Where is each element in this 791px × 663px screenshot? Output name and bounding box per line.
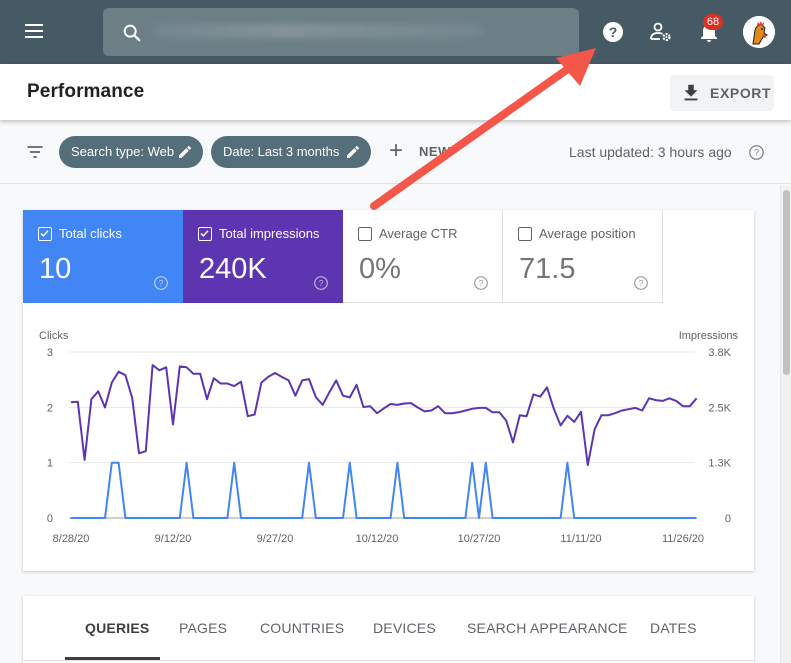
new-label: NEW xyxy=(419,144,451,159)
hamburger-menu-icon[interactable] xyxy=(22,20,46,44)
series-line-clicks xyxy=(71,461,697,519)
page-title: Performance xyxy=(27,81,145,102)
page-header: Performance EXPORT xyxy=(0,64,791,120)
svg-text:?: ? xyxy=(479,278,484,288)
x-tick-label: 8/28/20 xyxy=(53,533,90,545)
help-outline-icon[interactable]: ? xyxy=(473,275,489,291)
notification-count-badge: 68 xyxy=(703,14,723,30)
x-tick-label: 10/27/20 xyxy=(458,533,501,545)
left-tick-label: 0 xyxy=(47,513,53,525)
x-tick-label: 11/11/20 xyxy=(560,533,601,545)
tab-dates[interactable]: DATES xyxy=(650,620,697,636)
top-app-bar: ? 68 xyxy=(0,0,791,64)
plus-icon: + xyxy=(389,137,404,164)
scrollbar-thumb[interactable] xyxy=(783,190,790,375)
metric-value: 71.5 xyxy=(519,253,576,285)
checkbox-unchecked[interactable] xyxy=(518,227,532,241)
help-outline-icon[interactable]: ? xyxy=(633,275,649,291)
metric-value: 0% xyxy=(359,253,401,285)
download-icon xyxy=(684,84,698,101)
search-query-obscured xyxy=(153,24,483,38)
page-scrollbar[interactable] xyxy=(780,186,791,663)
metric-value: 240K xyxy=(199,253,267,285)
right-tick-label: 0 xyxy=(725,513,731,525)
right-tick-label: 2.5K xyxy=(708,402,731,414)
checkbox-unchecked[interactable] xyxy=(358,227,372,241)
metric-average-position[interactable]: Average position 71.5 ? xyxy=(503,210,663,303)
svg-text:?: ? xyxy=(609,24,618,40)
export-button[interactable]: EXPORT xyxy=(670,75,774,111)
search-icon xyxy=(123,24,141,42)
export-label: EXPORT xyxy=(710,85,772,101)
pencil-icon xyxy=(347,145,360,158)
metric-label: Total clicks xyxy=(59,226,122,241)
date-filter-chip[interactable]: Date: Last 3 months xyxy=(211,136,371,168)
checkbox-checked[interactable] xyxy=(198,227,212,241)
x-tick-label: 9/12/20 xyxy=(155,533,192,545)
tab-queries[interactable]: QUERIES xyxy=(85,620,149,636)
metric-label: Average CTR xyxy=(379,226,458,241)
tab-search-appearance[interactable]: SEARCH APPEARANCE xyxy=(467,620,628,636)
metric-label: Average position xyxy=(539,226,636,241)
filter-bar: Search type: Web Date: Last 3 months + N… xyxy=(0,120,791,184)
metric-total-impressions[interactable]: Total impressions 240K ? xyxy=(183,210,343,303)
right-axis-label: Impressions xyxy=(679,330,739,342)
left-tick-label: 3 xyxy=(47,347,53,359)
tab-countries[interactable]: COUNTRIES xyxy=(260,620,344,636)
tab-pages[interactable]: PAGES xyxy=(179,620,227,636)
pencil-icon xyxy=(179,145,192,158)
tab-devices[interactable]: DEVICES xyxy=(373,620,436,636)
svg-text:?: ? xyxy=(639,278,644,288)
search-type-filter-chip[interactable]: Search type: Web xyxy=(59,136,203,168)
x-tick-label: 9/27/20 xyxy=(257,533,294,545)
divider xyxy=(23,660,754,661)
user-settings-icon[interactable] xyxy=(649,20,673,44)
svg-text:?: ? xyxy=(754,148,759,158)
last-updated-text: Last updated: 3 hours ago xyxy=(569,144,732,160)
performance-line-chart: Clicks Impressions 0 1 2 3 0 1.3K 2.5K 3.8K 8/… xyxy=(39,330,739,545)
x-tick-label: 10/12/20 xyxy=(356,533,399,545)
svg-text:?: ? xyxy=(159,278,164,288)
filter-list-icon[interactable] xyxy=(25,142,45,162)
left-axis-label: Clicks xyxy=(39,330,69,342)
search-input[interactable] xyxy=(103,8,579,56)
left-tick-label: 2 xyxy=(47,402,53,414)
help-outline-icon[interactable]: ? xyxy=(153,275,169,291)
metric-total-clicks[interactable]: Total clicks 10 ? xyxy=(23,210,183,303)
checkbox-checked[interactable] xyxy=(38,227,52,241)
help-outline-icon[interactable]: ? xyxy=(313,275,329,291)
rooster-avatar-icon xyxy=(743,16,775,48)
svg-text:?: ? xyxy=(319,278,324,288)
x-tick-label: 11/26/20 xyxy=(662,533,704,545)
chip-label: Search type: Web xyxy=(71,144,175,159)
metric-label: Total impressions xyxy=(219,226,320,241)
left-tick-label: 1 xyxy=(47,458,53,470)
metric-average-ctr[interactable]: Average CTR 0% ? xyxy=(343,210,503,303)
dimension-tabs-card: QUERIES PAGES COUNTRIES DEVICES SEARCH A… xyxy=(23,596,754,663)
right-tick-label: 3.8K xyxy=(708,347,731,359)
help-circle-icon[interactable]: ? xyxy=(601,20,625,44)
performance-chart-card: Total clicks 10 ? Total impressions 240K… xyxy=(23,210,754,571)
right-tick-label: 1.3K xyxy=(708,458,731,470)
metric-value: 10 xyxy=(39,253,72,285)
chip-label: Date: Last 3 months xyxy=(223,144,340,159)
help-outline-icon[interactable]: ? xyxy=(748,144,765,161)
series-line-impressions xyxy=(70,364,698,467)
avatar[interactable] xyxy=(743,16,775,48)
